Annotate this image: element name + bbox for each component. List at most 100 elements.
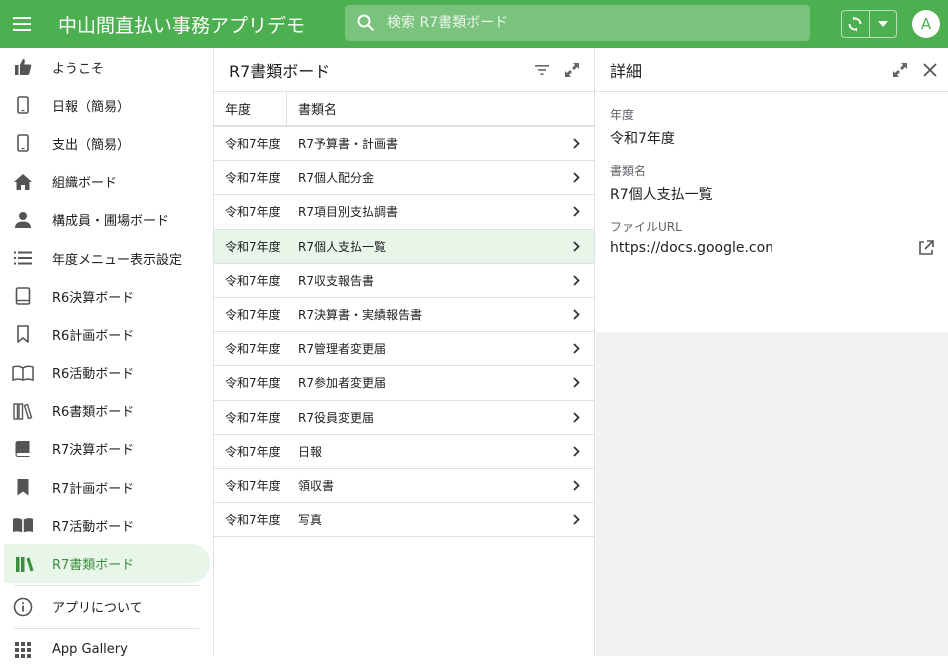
field-value: R7個人支払一覧 xyxy=(610,187,713,203)
table-row[interactable]: 令和7年度 R7参加者変更届 xyxy=(214,366,594,401)
sidebar-item[interactable]: R7計画ボード xyxy=(0,468,213,506)
expand-icon[interactable] xyxy=(558,56,586,84)
table-row[interactable]: 令和7年度 R7管理者変更届 xyxy=(214,332,594,367)
cell-name: 写真 xyxy=(298,513,323,528)
open-book-outline-icon xyxy=(0,365,46,381)
table-row[interactable]: 令和7年度 R7収支報告書 xyxy=(214,264,594,298)
chevron-right-icon[interactable] xyxy=(558,172,594,183)
table-row[interactable]: 令和7年度 R7決算書・実績報告書 xyxy=(214,298,594,333)
app-header: 中山間直払い事務アプリデモ A xyxy=(0,0,948,48)
detail-panel-title: 詳細 xyxy=(610,61,643,81)
sidebar-item-label: 支出（簡易） xyxy=(52,137,131,153)
table-row[interactable]: 令和7年度 領収書 xyxy=(214,469,594,504)
sidebar-item-app-gallery[interactable]: App Gallery xyxy=(0,631,213,669)
sidebar-item[interactable]: 構成員・圃場ボード xyxy=(0,201,213,239)
cell-year: 令和7年度 xyxy=(225,444,281,459)
sidebar-item[interactable]: R6書類ボード xyxy=(0,392,213,430)
chevron-right-icon[interactable] xyxy=(558,480,594,491)
chevron-right-icon[interactable] xyxy=(558,275,594,286)
chevron-right-icon[interactable] xyxy=(558,206,594,218)
table-row[interactable]: 令和7年度 R7予算書・計画書 xyxy=(214,127,594,162)
cell-name: R7決算書・実績報告書 xyxy=(298,308,422,323)
table-row[interactable]: 令和7年度 写真 xyxy=(214,503,594,538)
sidebar-item-label: R6書類ボード xyxy=(52,405,135,421)
chevron-right-icon[interactable] xyxy=(558,309,594,320)
book-icon xyxy=(0,440,46,458)
sidebar-item[interactable]: R7書類ボード xyxy=(4,544,210,583)
table-row[interactable]: 令和7年度 R7役員変更届 xyxy=(214,401,594,435)
cell-name: R7個人配分金 xyxy=(298,171,374,186)
sidebar-item[interactable]: 年度メニュー表示設定 xyxy=(0,239,213,277)
cell-name: R7管理者変更届 xyxy=(298,342,386,357)
cell-year: 令和7年度 xyxy=(225,308,281,323)
table-row[interactable]: 令和7年度 R7個人配分金 xyxy=(214,161,594,196)
sidebar-item[interactable]: R7活動ボード xyxy=(0,506,213,544)
sidebar-item-label: 組織ボード xyxy=(52,176,118,192)
open-external-icon[interactable] xyxy=(772,240,934,256)
filter-icon[interactable] xyxy=(528,56,556,84)
menu-icon[interactable] xyxy=(0,0,46,48)
cell-year: 令和7年度 xyxy=(225,376,281,391)
chevron-right-icon[interactable] xyxy=(558,514,594,525)
cell-year: 令和7年度 xyxy=(225,410,281,425)
table-row[interactable]: 令和7年度 R7個人支払一覧 xyxy=(214,229,594,264)
sidebar-item-label: R6計画ボード xyxy=(52,328,135,344)
sidebar-item[interactable]: 組織ボード xyxy=(0,163,213,201)
cell-year: 令和7年度 xyxy=(225,239,281,254)
list-panel-header: R7書類ボード xyxy=(214,48,594,92)
url-link[interactable]: https://docs.google.com/spreadsheets/... xyxy=(610,240,772,256)
chevron-right-icon[interactable] xyxy=(558,377,594,389)
bookmark-outline-icon xyxy=(0,325,46,344)
chevron-right-icon[interactable] xyxy=(558,446,594,457)
table-row[interactable]: 令和7年度 日報 xyxy=(214,435,594,469)
sidebar-item[interactable]: R6計画ボード xyxy=(0,315,213,353)
sidebar-item-about[interactable]: アプリについて xyxy=(0,588,213,626)
sidebar-item[interactable]: R6決算ボード xyxy=(0,277,213,315)
detail-field-name: 書類名 R7個人支払一覧 xyxy=(596,148,948,204)
expand-icon[interactable] xyxy=(886,56,914,84)
phone-icon xyxy=(0,134,46,153)
column-header-year[interactable]: 年度 xyxy=(214,92,287,125)
sidebar-item[interactable]: ようこそ xyxy=(0,48,213,86)
library-outline-icon xyxy=(0,402,46,420)
cell-name: R7項目別支払調書 xyxy=(298,205,398,220)
cell-name: 領収書 xyxy=(298,478,335,493)
dropdown-arrow-icon[interactable] xyxy=(870,11,897,37)
search-bar[interactable] xyxy=(345,5,810,41)
bookmark-icon xyxy=(0,478,46,496)
cell-year: 令和7年度 xyxy=(225,478,281,493)
cell-name: R7役員変更届 xyxy=(298,410,374,425)
sidebar-divider xyxy=(14,627,199,629)
cell-year: 令和7年度 xyxy=(225,171,281,186)
detail-panel-header: 詳細 xyxy=(596,48,948,92)
sidebar-item-label: R6決算ボード xyxy=(52,290,135,306)
cell-year: 令和7年度 xyxy=(225,342,281,357)
field-value: 令和7年度 xyxy=(610,131,675,147)
cell-year: 令和7年度 xyxy=(225,273,281,288)
sidebar-item-label: R7書類ボード xyxy=(52,558,135,574)
chevron-right-icon[interactable] xyxy=(558,411,594,423)
search-icon xyxy=(345,14,387,32)
sidebar-item-label: R7計画ボード xyxy=(52,481,135,497)
sidebar-item[interactable]: R7決算ボード xyxy=(0,430,213,468)
sync-icon[interactable] xyxy=(842,11,870,37)
chevron-right-icon[interactable] xyxy=(558,138,594,149)
sidebar-item-label: 構成員・圃場ボード xyxy=(52,214,170,230)
list-icon xyxy=(0,251,46,265)
avatar[interactable]: A xyxy=(912,10,940,38)
table-row[interactable]: 令和7年度 R7項目別支払調書 xyxy=(214,195,594,230)
list-panel-title: R7書類ボード xyxy=(229,61,331,81)
close-icon[interactable] xyxy=(916,56,944,84)
sidebar-item[interactable]: R6活動ボード xyxy=(0,354,213,392)
sidebar-item[interactable]: 支出（簡易） xyxy=(0,124,213,162)
chevron-right-icon[interactable] xyxy=(558,241,594,252)
chevron-right-icon[interactable] xyxy=(558,343,594,354)
sidebar: ようこそ 日報（簡易） 支出（簡易） 組織ボード構成員・圃場ボード年度メニュー表示設定… xyxy=(0,48,214,658)
sidebar-item-label: アプリについて xyxy=(52,601,143,617)
cell-name: R7参加者変更届 xyxy=(298,376,386,391)
search-input[interactable] xyxy=(387,15,787,31)
sidebar-divider xyxy=(14,584,199,586)
column-header-name[interactable]: 書類名 xyxy=(287,92,337,125)
detail-field-year: 年度 令和7年度 xyxy=(596,92,948,148)
sidebar-item[interactable]: 日報（簡易） xyxy=(0,86,213,124)
